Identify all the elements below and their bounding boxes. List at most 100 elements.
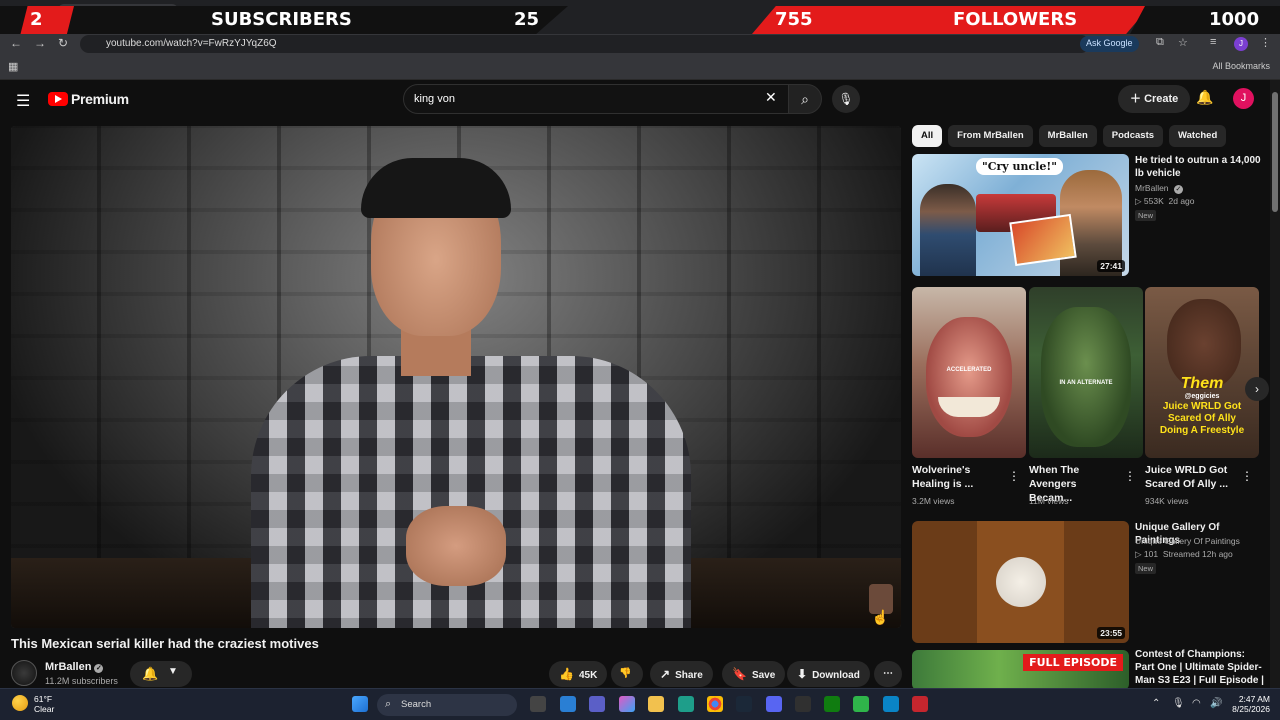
bookmark-star-icon[interactable]: ☆	[1178, 36, 1188, 49]
chip-watched[interactable]: Watched	[1169, 125, 1227, 147]
short-thumbnail[interactable]: IN AN ALTERNATE	[1029, 287, 1143, 458]
like-button[interactable]: 👍 45K	[549, 661, 607, 687]
page-scrollbar[interactable]	[1270, 80, 1280, 688]
youtube-logo[interactable]: Premium	[48, 91, 129, 107]
channel-avatar[interactable]	[11, 660, 37, 686]
plaid-shirt	[251, 356, 691, 628]
discord-icon[interactable]	[766, 696, 782, 712]
screen: Mexican serial killer ha ✕ + emini — 2 S…	[0, 0, 1280, 720]
apps-grid-icon[interactable]: ▦	[8, 60, 18, 73]
file-explorer-icon[interactable]	[648, 696, 664, 712]
volume-icon[interactable]: 🔊	[1210, 698, 1222, 709]
recommended-title[interactable]: Contest of Champions: Part One | Ultimat…	[1135, 648, 1265, 688]
recommended-stats: ▷ 101 Streamed 12h ago	[1135, 548, 1233, 561]
store-icon[interactable]	[560, 696, 576, 712]
dislike-button[interactable]: 👎	[611, 661, 643, 687]
chrome-icon[interactable]	[707, 696, 723, 712]
recommended-thumbnail[interactable]: "Cry uncle!" 27:41	[912, 154, 1129, 276]
wifi-icon[interactable]: ◠	[1192, 698, 1201, 709]
steam-icon[interactable]	[736, 696, 752, 712]
short-thumbnail[interactable]: Them @eggicies Juice WRLD Got Scared Of …	[1145, 287, 1259, 458]
search-box	[403, 84, 793, 114]
hulk-image	[1041, 307, 1131, 447]
all-bookmarks-link[interactable]: All Bookmarks	[1212, 61, 1270, 71]
recommended-title[interactable]: He tried to outrun a 14,000 lb vehicle	[1135, 154, 1265, 180]
short-menu-icon[interactable]: ⋮	[1241, 469, 1253, 483]
share-label: Share	[675, 670, 703, 681]
menu-dots-icon[interactable]: ⋮	[1260, 36, 1271, 49]
short-thumbnail[interactable]: ACCELERATED	[912, 287, 1026, 458]
bookmarks-bar: ▦ All Bookmarks	[0, 54, 1280, 80]
app-icon[interactable]	[853, 696, 869, 712]
plus-icon: ＋	[1130, 93, 1145, 105]
search-button[interactable]: ⌕	[788, 84, 822, 114]
back-icon[interactable]: ←	[10, 36, 22, 50]
install-icon[interactable]: ⧉	[1156, 36, 1164, 49]
chip-mrballen[interactable]: MrBallen	[1038, 125, 1097, 147]
search-input[interactable]	[404, 85, 744, 113]
microphone-icon[interactable]: 🎙	[1172, 698, 1185, 709]
share-button[interactable]: ↗ Share	[650, 661, 713, 687]
chevron-right-icon: ›	[1255, 382, 1259, 396]
view-count: 553K	[1143, 196, 1164, 206]
short-menu-icon[interactable]: ⋮	[1124, 469, 1136, 483]
like-count: 45K	[578, 670, 598, 681]
account-avatar[interactable]: J	[1233, 88, 1254, 109]
chip-all[interactable]: All	[912, 125, 943, 147]
windows-start-icon[interactable]	[352, 696, 368, 712]
chip-from-mrballen[interactable]: From MrBallen	[948, 125, 1033, 147]
other-tab-label[interactable]: emini	[1135, 8, 1157, 18]
app-icon[interactable]	[883, 696, 899, 712]
voice-search-button[interactable]: 🎙	[832, 85, 860, 113]
weather-temp: 61°F	[34, 694, 53, 704]
forward-icon[interactable]: →	[34, 36, 46, 50]
ask-google-label: Ask Google	[1086, 38, 1133, 48]
notifications-bell-icon[interactable]: 🔔	[1196, 89, 1213, 106]
create-button[interactable]: ＋ Create	[1118, 85, 1191, 113]
clear-search-icon[interactable]: ✕	[765, 89, 777, 106]
profile-avatar[interactable]: J	[1234, 37, 1248, 51]
reload-icon[interactable]: ↻	[58, 36, 68, 50]
copilot-icon[interactable]	[619, 696, 635, 712]
edge-icon[interactable]	[678, 696, 694, 712]
minimize-icon[interactable]: —	[1200, 7, 1212, 21]
mouse-cursor-icon: ☝	[871, 609, 889, 625]
create-label: Create	[1144, 93, 1179, 105]
weather-moon-icon[interactable]	[12, 695, 28, 711]
scrollbar-thumb[interactable]	[1272, 92, 1278, 212]
weather-widget[interactable]: 61°F Clear	[34, 694, 54, 714]
ask-google-button[interactable]: Ask Google	[1080, 36, 1139, 52]
next-shorts-button[interactable]: ›	[1245, 377, 1269, 401]
subscribed-notification-button[interactable]: 🔔 ▼	[130, 661, 192, 687]
taskbar-search[interactable]: ⌕ Search	[377, 694, 517, 716]
tab-close-icon[interactable]: ✕	[166, 8, 174, 19]
download-button[interactable]: ⬇ Download	[787, 661, 870, 687]
teams-icon[interactable]	[589, 696, 605, 712]
recommended-thumbnail[interactable]: FULL EPISODE	[912, 650, 1129, 690]
task-view-icon[interactable]	[530, 696, 546, 712]
browser-tab[interactable]: Mexican serial killer ha ✕	[58, 4, 178, 26]
obs-icon[interactable]	[795, 696, 811, 712]
painting-plate-image	[996, 557, 1046, 607]
channel-name[interactable]: MrBallen ✓	[45, 661, 104, 673]
recommended-thumbnail[interactable]: 23:55	[912, 521, 1129, 643]
new-tab-icon[interactable]: +	[186, 5, 194, 21]
video-player[interactable]: ☝	[11, 126, 901, 628]
tray-overflow-icon[interactable]: ⌃	[1152, 698, 1160, 709]
short-title[interactable]: Juice WRLD Got Scared Of Ally ...	[1145, 463, 1237, 491]
hamburger-menu-icon[interactable]: ☰	[16, 91, 30, 111]
save-button[interactable]: 🔖 Save	[722, 661, 786, 687]
play-count-icon: ▷	[1135, 549, 1144, 559]
chip-podcasts[interactable]: Podcasts	[1102, 125, 1164, 147]
xbox-icon[interactable]	[824, 696, 840, 712]
app-icon[interactable]	[912, 696, 928, 712]
short-title[interactable]: Wolverine's Healing is ...	[912, 463, 1004, 491]
reading-list-icon[interactable]: ≡	[1210, 36, 1216, 48]
short-views: 934K views	[1145, 496, 1189, 506]
url-field[interactable]: youtube.com/watch?v=FwRzYJYqZ6Q	[80, 35, 1090, 53]
full-episode-badge: FULL EPISODE	[1023, 654, 1123, 671]
more-actions-button[interactable]: ⋯	[874, 661, 902, 687]
short-menu-icon[interactable]: ⋮	[1008, 469, 1020, 483]
clock[interactable]: 2:47 AM 8/25/2026	[1228, 694, 1270, 714]
more-dots-icon: ⋯	[883, 668, 893, 679]
